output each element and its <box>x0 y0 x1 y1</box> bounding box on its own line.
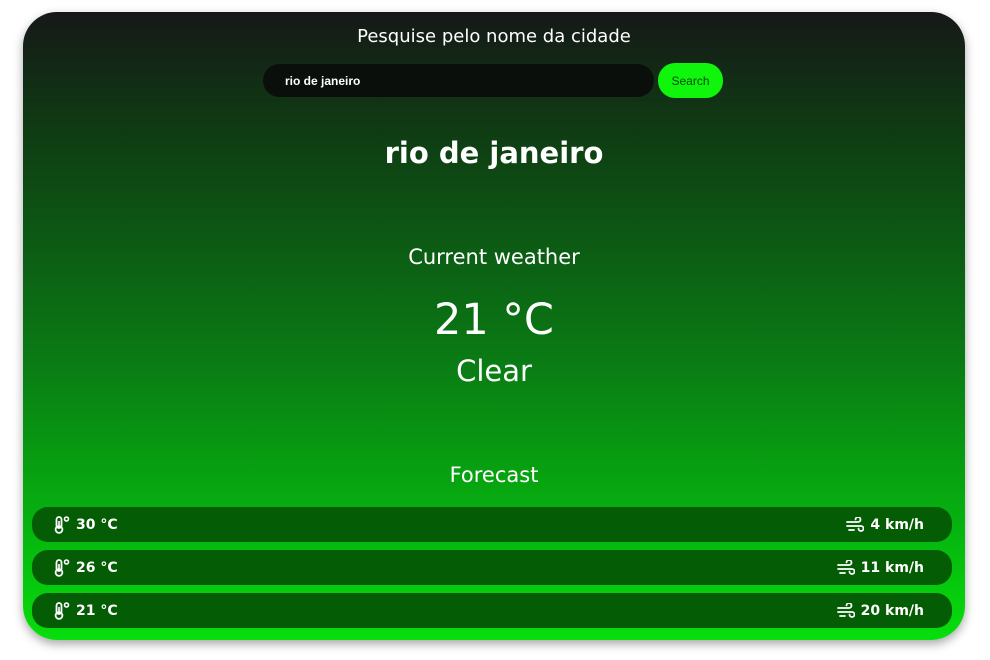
forecast-row: 26 °C 11 km/h <box>32 550 952 585</box>
wind-icon <box>836 602 855 619</box>
current-condition: Clear <box>456 354 532 388</box>
thermometer-icon <box>54 558 70 577</box>
wind-icon <box>836 559 855 576</box>
thermometer-icon <box>54 515 70 534</box>
forecast-row: 21 °C 20 km/h <box>32 593 952 628</box>
forecast-wind: 20 km/h <box>860 602 924 619</box>
current-weather-heading: Current weather <box>408 245 580 269</box>
forecast-list: 30 °C 4 km/h 26 °C 11 km/h 21 °C 20 km/h <box>32 507 952 636</box>
forecast-heading: Forecast <box>449 463 539 487</box>
search-title: Pesquise pelo nome da cidade <box>357 26 631 47</box>
wind-icon <box>846 516 865 533</box>
city-search-input[interactable] <box>263 64 654 97</box>
forecast-temperature: 30 °C <box>76 516 118 533</box>
weather-card: Pesquise pelo nome da cidade Search rio … <box>23 12 965 640</box>
forecast-wind: 11 km/h <box>860 559 924 576</box>
forecast-temperature: 21 °C <box>76 602 118 619</box>
current-temperature: 21 °C <box>434 295 554 345</box>
city-name: rio de janeiro <box>384 136 604 170</box>
forecast-temperature: 26 °C <box>76 559 118 576</box>
search-button[interactable]: Search <box>658 63 723 98</box>
forecast-row: 30 °C 4 km/h <box>32 507 952 542</box>
forecast-wind: 4 km/h <box>870 516 924 533</box>
thermometer-icon <box>54 601 70 620</box>
